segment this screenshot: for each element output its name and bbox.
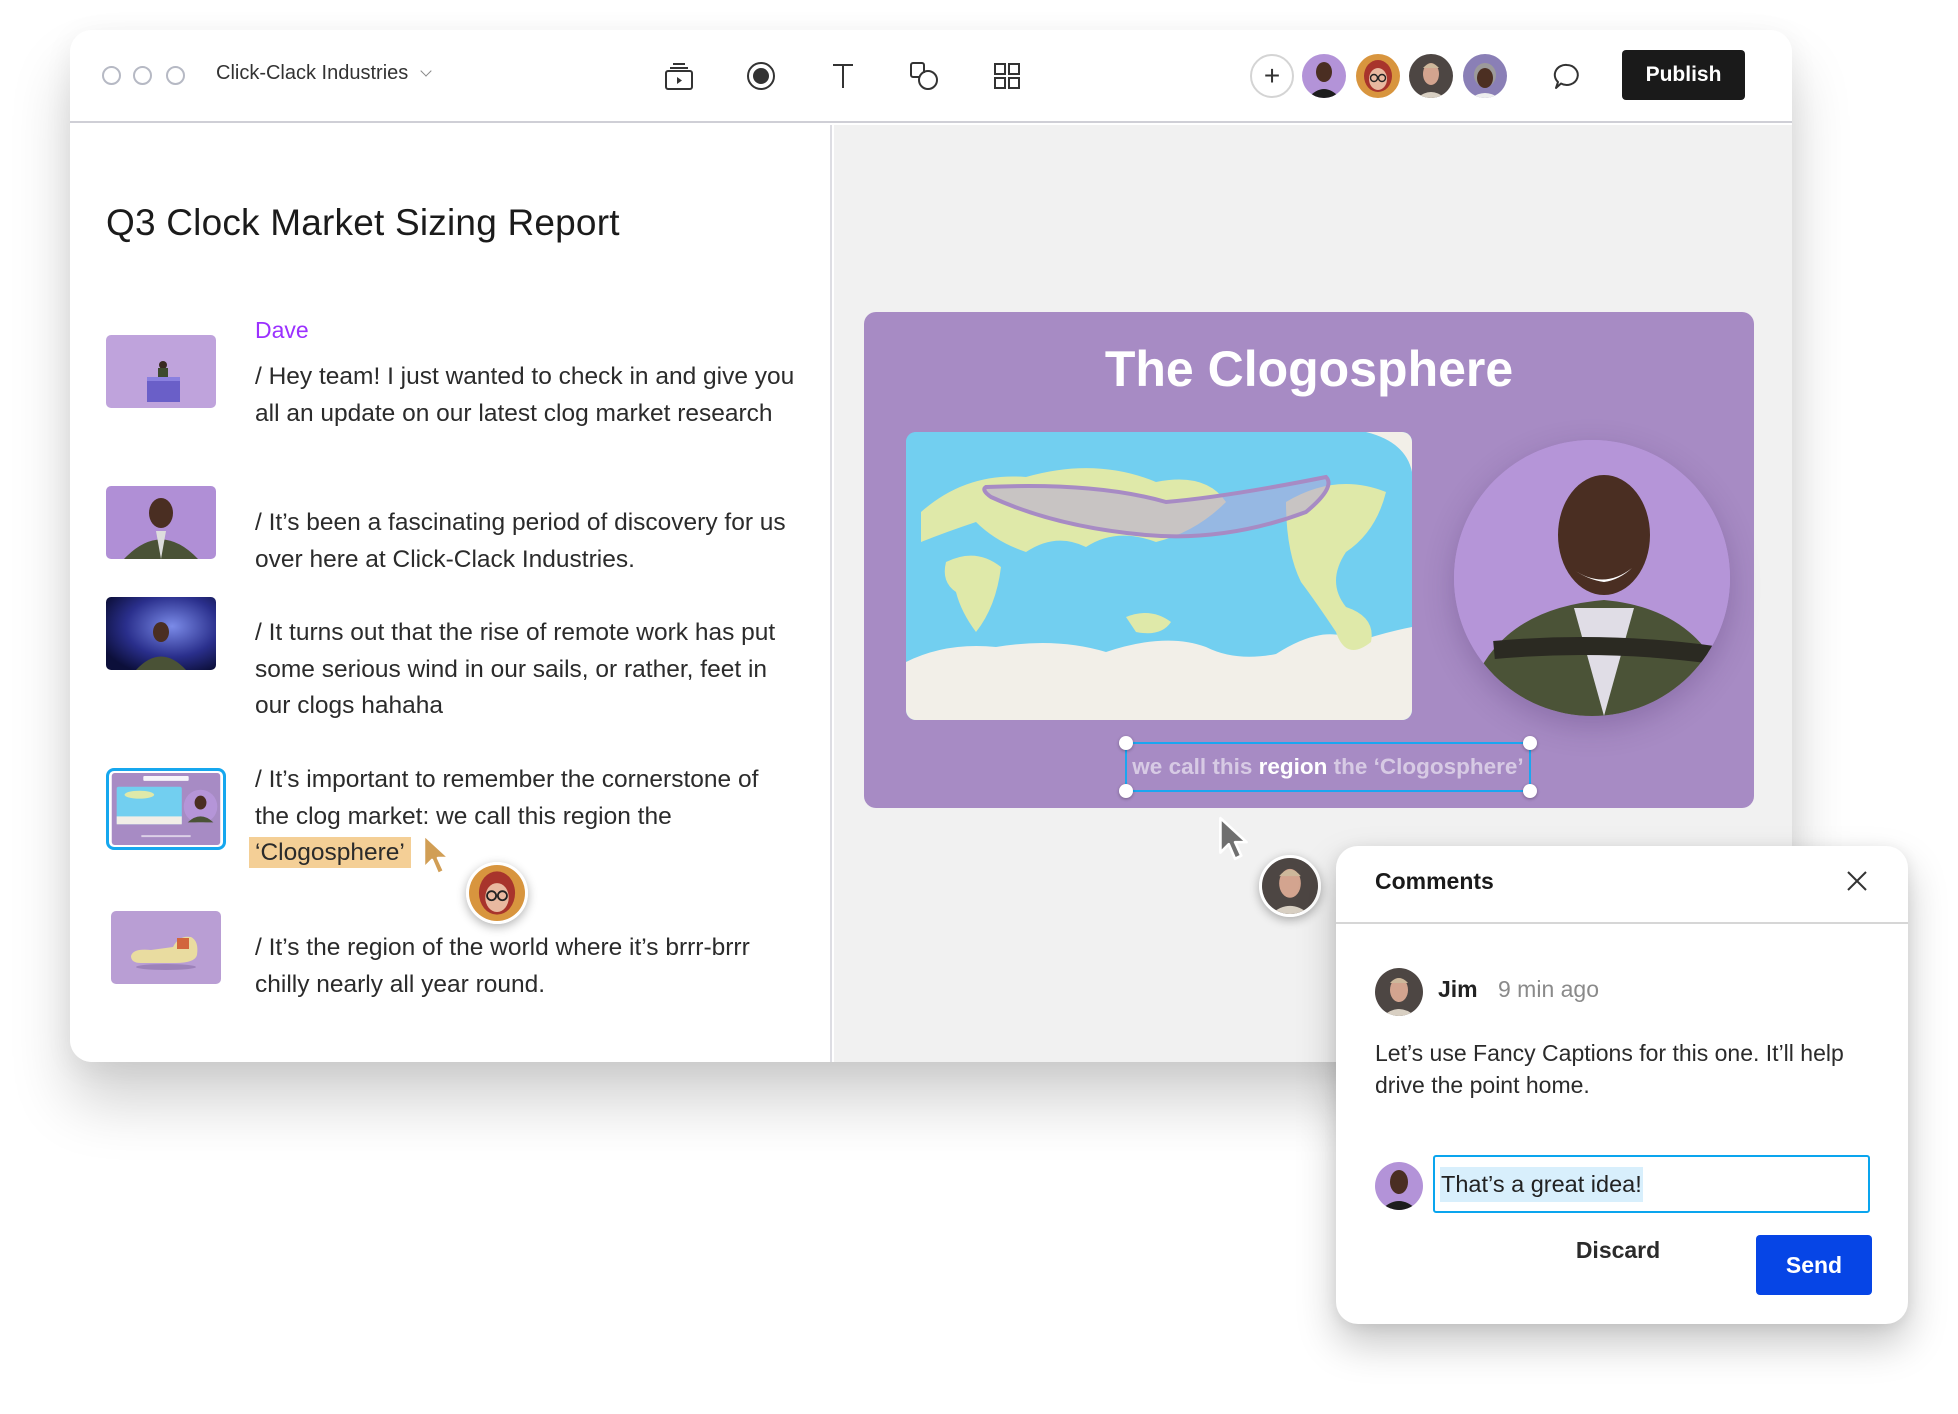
resize-handle-top-left[interactable] bbox=[1119, 736, 1133, 750]
scene-thumbnail[interactable] bbox=[106, 597, 216, 670]
reply-input-value: That’s a great idea! bbox=[1440, 1166, 1643, 1202]
document-title[interactable]: Q3 Clock Market Sizing Report bbox=[106, 202, 620, 244]
slide-title[interactable]: The Clogosphere bbox=[864, 340, 1754, 398]
reply-input[interactable]: That’s a great idea! bbox=[1433, 1155, 1870, 1213]
close-icon bbox=[1847, 871, 1867, 891]
avatar-collaborator-red-hair[interactable] bbox=[1356, 54, 1400, 98]
presenter-image bbox=[1454, 440, 1730, 716]
window-close-button[interactable] bbox=[102, 66, 121, 85]
shapes-icon bbox=[910, 62, 938, 90]
scene-thumbnail[interactable] bbox=[106, 335, 216, 408]
clogosphere-slide-thumbnail bbox=[111, 773, 221, 845]
presenter-closeup-thumbnail bbox=[106, 486, 216, 559]
scene-thumbnail-selected[interactable] bbox=[106, 768, 226, 850]
caption-text-before: we call this bbox=[1132, 754, 1253, 779]
reply-author-avatar bbox=[1375, 1162, 1423, 1210]
collaborator-bubble-jim bbox=[1259, 855, 1321, 917]
presenter-at-desk-thumbnail bbox=[106, 335, 216, 408]
avatar-jim[interactable] bbox=[1409, 54, 1453, 98]
transcript-paragraph-selected[interactable]: / It’s important to remember the corners… bbox=[249, 762, 795, 872]
world-map-image[interactable] bbox=[906, 432, 1412, 720]
comments-toggle-button[interactable] bbox=[1548, 58, 1586, 96]
paragraph-text: / It’s important to remember the corners… bbox=[255, 766, 759, 830]
chat-bubble-icon bbox=[1553, 63, 1579, 89]
presenter-space-thumbnail bbox=[106, 597, 216, 670]
highlighted-phrase[interactable]: ‘Clogosphere’ bbox=[249, 837, 411, 868]
collaborator-cursor-icon bbox=[1219, 816, 1248, 861]
record-button[interactable] bbox=[741, 56, 781, 96]
add-collaborator-button[interactable]: + bbox=[1250, 54, 1294, 98]
comment-author-avatar bbox=[1375, 968, 1423, 1016]
scene-thumbnail[interactable] bbox=[111, 911, 221, 984]
transcript-paragraph[interactable]: / Hey team! I just wanted to check in an… bbox=[255, 359, 795, 432]
resize-handle-bottom-right[interactable] bbox=[1523, 784, 1537, 798]
workspace-switcher[interactable]: Click-Clack Industries bbox=[216, 62, 432, 85]
media-library-button[interactable] bbox=[659, 56, 699, 96]
transcript-paragraph[interactable]: / It turns out that the rise of remote w… bbox=[255, 615, 795, 725]
discard-button[interactable]: Discard bbox=[1558, 1221, 1678, 1279]
scene-thumbnail[interactable] bbox=[106, 486, 216, 559]
send-button[interactable]: Send bbox=[1756, 1235, 1872, 1295]
avatar-dave[interactable] bbox=[1302, 54, 1346, 98]
resize-handle-bottom-left[interactable] bbox=[1119, 784, 1133, 798]
caption-emphasis: region bbox=[1258, 754, 1328, 779]
comments-title: Comments bbox=[1375, 868, 1494, 894]
transcript-paragraph[interactable]: / It’s the region of the world where it’… bbox=[255, 930, 795, 1003]
transcript-paragraph[interactable]: / It’s been a fascinating period of disc… bbox=[255, 505, 795, 578]
slide[interactable]: The Clogosphere we call this region the … bbox=[864, 312, 1754, 808]
workspace-name: Click-Clack Industries bbox=[216, 62, 409, 84]
comment-author: Jim bbox=[1438, 976, 1478, 1002]
clog-shoe-thumbnail bbox=[111, 911, 221, 984]
record-icon bbox=[747, 62, 775, 90]
chevron-down-icon bbox=[420, 65, 432, 77]
title-bar: Click-Clack Industries + Publish bbox=[70, 30, 1792, 123]
window-maximize-button[interactable] bbox=[166, 66, 185, 85]
media-library-icon bbox=[665, 63, 693, 90]
comments-header: Comments bbox=[1336, 846, 1908, 924]
comment-timestamp: 9 min ago bbox=[1498, 976, 1600, 1002]
templates-button[interactable] bbox=[987, 56, 1027, 96]
close-comments-button[interactable] bbox=[1842, 866, 1872, 896]
caption-text-after: the ‘Clogosphere’ bbox=[1333, 754, 1524, 779]
speaker-label[interactable]: Dave bbox=[255, 317, 309, 344]
collaborator-cursor-icon bbox=[422, 833, 451, 876]
grid-icon bbox=[994, 63, 1020, 89]
publish-button[interactable]: Publish bbox=[1622, 50, 1745, 100]
shapes-button[interactable] bbox=[904, 56, 944, 96]
world-map bbox=[906, 432, 1412, 720]
collaborator-bubble-red-hair bbox=[466, 862, 528, 924]
avatar-collaborator-headset[interactable] bbox=[1463, 54, 1507, 98]
caption-text-box[interactable]: we call this region the ‘Clogosphere’ bbox=[1119, 736, 1537, 798]
resize-handle-top-right[interactable] bbox=[1523, 736, 1537, 750]
text-tool-button[interactable] bbox=[823, 56, 863, 96]
presenter-video[interactable] bbox=[1454, 440, 1730, 716]
comment-body: Let’s use Fancy Captions for this one. I… bbox=[1375, 1040, 1844, 1098]
plus-icon: + bbox=[1263, 60, 1281, 91]
window-minimize-button[interactable] bbox=[133, 66, 152, 85]
comments-panel: Comments Jim 9 min ago Let’s use Fancy C… bbox=[1336, 846, 1908, 1324]
transcript-editor: Q3 Clock Market Sizing Report Dave / Hey… bbox=[70, 125, 832, 1062]
text-icon bbox=[833, 64, 853, 88]
